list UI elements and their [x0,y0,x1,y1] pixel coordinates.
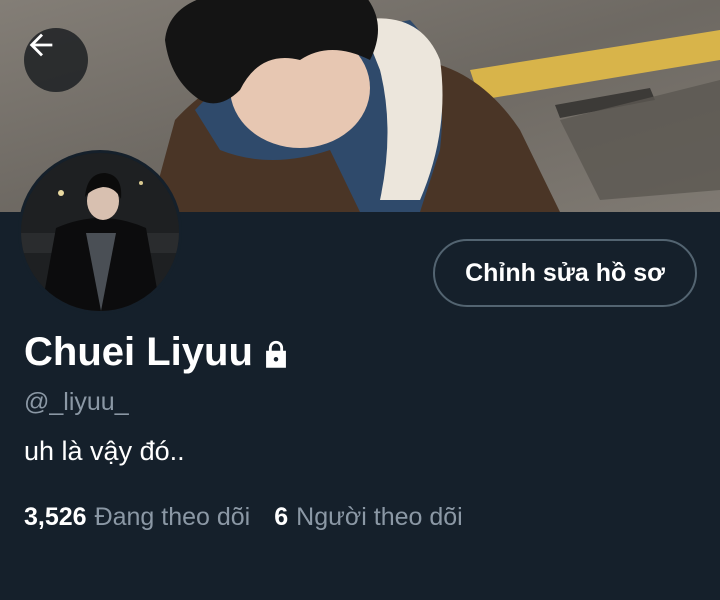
name-row: Chuei Liyuu [24,330,293,375]
avatar-photo [21,153,179,311]
followers-count: 6 [274,503,289,531]
following-link[interactable]: 3,526 Đang theo dõi [24,503,250,532]
arrow-left-icon [29,33,53,57]
following-label: Đang theo dõi [94,503,251,531]
user-handle: @_liyuu_ [24,388,129,416]
followers-label: Người theo dõi [296,503,463,531]
display-name: Chuei Liyuu [24,330,253,374]
profile-avatar[interactable] [18,150,182,314]
follow-stats: 3,526 Đang theo dõi 6 Người theo dõi [24,503,463,532]
followers-link[interactable]: 6 Người theo dõi [274,503,462,532]
edit-profile-button[interactable]: Chỉnh sửa hồ sơ [433,239,697,307]
lock-icon [265,340,286,368]
back-button[interactable] [24,28,88,92]
profile-bio: uh là vậy đó.. [24,436,185,466]
following-count: 3,526 [24,503,87,531]
